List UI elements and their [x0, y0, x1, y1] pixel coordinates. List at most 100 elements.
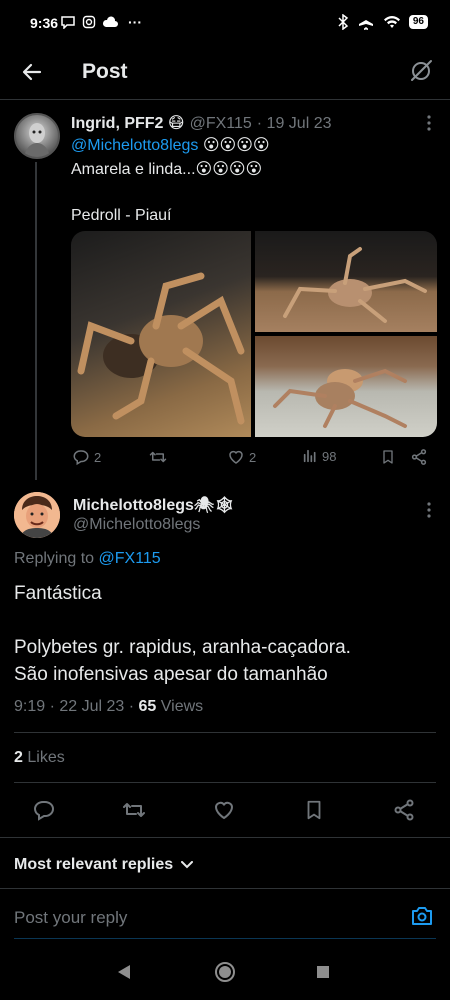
divider-3 [0, 837, 450, 838]
thread-connector-line [35, 162, 37, 480]
square-recents-icon [317, 966, 329, 978]
circle-home-icon [215, 962, 235, 982]
parent-handle[interactable]: @FX115 [190, 115, 252, 133]
battery-indicator: 96 [408, 15, 428, 29]
main-text-line1: Fantástica [14, 583, 102, 604]
main-tweet-body: Fantástica Polybetes gr. rapidus, aranha… [14, 580, 434, 688]
ingrid-avatar[interactable] [14, 113, 60, 159]
main-text-line2: Polybetes gr. rapidus, aranha-caçadora. [14, 637, 351, 658]
main-reply-button[interactable] [32, 798, 56, 822]
divider-2 [14, 782, 436, 783]
replying-to: Replying to @FX115 [14, 550, 161, 568]
arrow-left-icon [22, 63, 42, 81]
instagram-icon [82, 15, 96, 29]
main-repost-button[interactable] [121, 798, 147, 822]
bookmark-icon [383, 450, 393, 464]
status-time: 9:36 [30, 15, 59, 31]
nav-home-button[interactable] [214, 961, 236, 983]
michelotto-avatar[interactable] [14, 492, 60, 538]
reply-icon [73, 450, 89, 466]
more-vertical-icon [427, 115, 431, 131]
main-view-count: 65 [138, 698, 157, 715]
replying-to-link[interactable]: @FX115 [99, 550, 161, 567]
replies-filter-dropdown[interactable]: Most relevant replies [14, 856, 194, 874]
main-action-bar [0, 790, 450, 834]
status-bar: 9:36 ··· 96 [0, 0, 450, 46]
parent-media-grid [71, 231, 437, 437]
system-navigation-bar [0, 944, 450, 1000]
triangle-back-icon [118, 965, 130, 979]
back-button[interactable] [20, 60, 44, 84]
parent-bookmark-button[interactable] [380, 448, 396, 466]
nav-back-button[interactable] [117, 964, 131, 980]
share-icon [394, 799, 414, 821]
main-more-button[interactable] [426, 501, 432, 519]
parent-view-count: 98 [322, 448, 337, 464]
spider-photo-2[interactable] [255, 231, 437, 332]
parent-repost-button[interactable] [148, 448, 168, 466]
reply-input-underline [14, 938, 436, 939]
divider-1 [14, 732, 436, 733]
parent-text-line3: Pedroll - Piauí [71, 207, 172, 224]
reply-input[interactable]: Post your reply [14, 903, 380, 933]
replies-filter-label: Most relevant replies [14, 856, 174, 873]
main-tweet-header: Michelotto8legs🕷🕸 [73, 495, 235, 515]
chat-bubble-icon [61, 16, 75, 29]
views-icon [303, 449, 316, 463]
parent-views-button[interactable]: 98 [302, 448, 336, 464]
status-system-icons: 96 [337, 14, 428, 30]
main-timestamp[interactable]: 9:19 · 22 Jul 23 · [14, 698, 134, 715]
status-notification-icons: ··· [60, 14, 142, 30]
camera-button[interactable] [410, 905, 434, 927]
parent-mention-link[interactable]: @Michelotto8legs [71, 137, 198, 154]
spider-photo-1[interactable] [71, 231, 251, 437]
page-title: Post [82, 60, 128, 83]
parent-reply-button[interactable]: 2 [72, 448, 101, 466]
main-like-button[interactable] [212, 798, 236, 822]
parent-tweet-header: Ingrid, PFF2 😷 @FX115 · 19 Jul 23 [71, 113, 332, 133]
repost-icon [149, 451, 167, 463]
main-share-button[interactable] [392, 798, 416, 822]
parent-like-button[interactable]: 2 [227, 448, 256, 466]
main-meta: 9:19 · 22 Jul 23 · 65 Views [14, 698, 203, 716]
likes-label: Likes [27, 749, 65, 766]
grok-button[interactable] [408, 58, 434, 84]
main-views-label: Views [160, 698, 204, 715]
top-app-bar: Post [0, 46, 450, 100]
parent-reply-count: 2 [94, 449, 102, 465]
camera-icon [412, 907, 432, 925]
parent-like-count: 2 [249, 449, 257, 465]
likes-summary[interactable]: 2 Likes [14, 749, 65, 767]
parent-more-button[interactable] [426, 114, 432, 132]
grok-icon [411, 60, 432, 81]
main-text-line3: São inofensivas apesar do tamanhão [14, 664, 328, 685]
heart-icon [229, 450, 243, 464]
spider-photo-3[interactable] [255, 336, 437, 437]
chevron-down-icon [181, 861, 194, 869]
parent-emojis: 😮😮😮😮 [202, 137, 270, 154]
heart-icon [214, 801, 234, 820]
parent-display-name[interactable]: Ingrid, PFF2 😷 [71, 113, 185, 133]
likes-count: 2 [14, 749, 23, 766]
parent-text-line2: Amarela e linda...😮😮😮😮 [71, 161, 263, 178]
parent-tweet-body: @Michelotto8legs 😮😮😮😮 Amarela e linda...… [71, 134, 270, 228]
reply-icon [33, 801, 54, 821]
main-display-name[interactable]: Michelotto8legs🕷🕸 [73, 495, 235, 515]
airplane-icon [358, 15, 373, 30]
parent-date[interactable]: · 19 Jul 23 [257, 115, 332, 133]
nav-recents-button[interactable] [316, 965, 330, 979]
repost-icon [123, 803, 145, 817]
more-vertical-icon [427, 502, 431, 518]
share-icon [411, 449, 427, 465]
parent-share-button[interactable] [410, 448, 428, 466]
main-bookmark-button[interactable] [303, 798, 325, 822]
more-dots-icon: ··· [128, 14, 142, 30]
bookmark-icon [307, 800, 321, 820]
cloud-icon [102, 16, 118, 27]
bluetooth-icon [338, 14, 349, 30]
wifi-icon [383, 16, 400, 28]
divider-4 [0, 888, 450, 889]
parent-action-bar: 2 2 98 [72, 448, 434, 470]
main-handle[interactable]: @Michelotto8legs [73, 516, 200, 534]
replying-to-label: Replying to [14, 550, 95, 567]
